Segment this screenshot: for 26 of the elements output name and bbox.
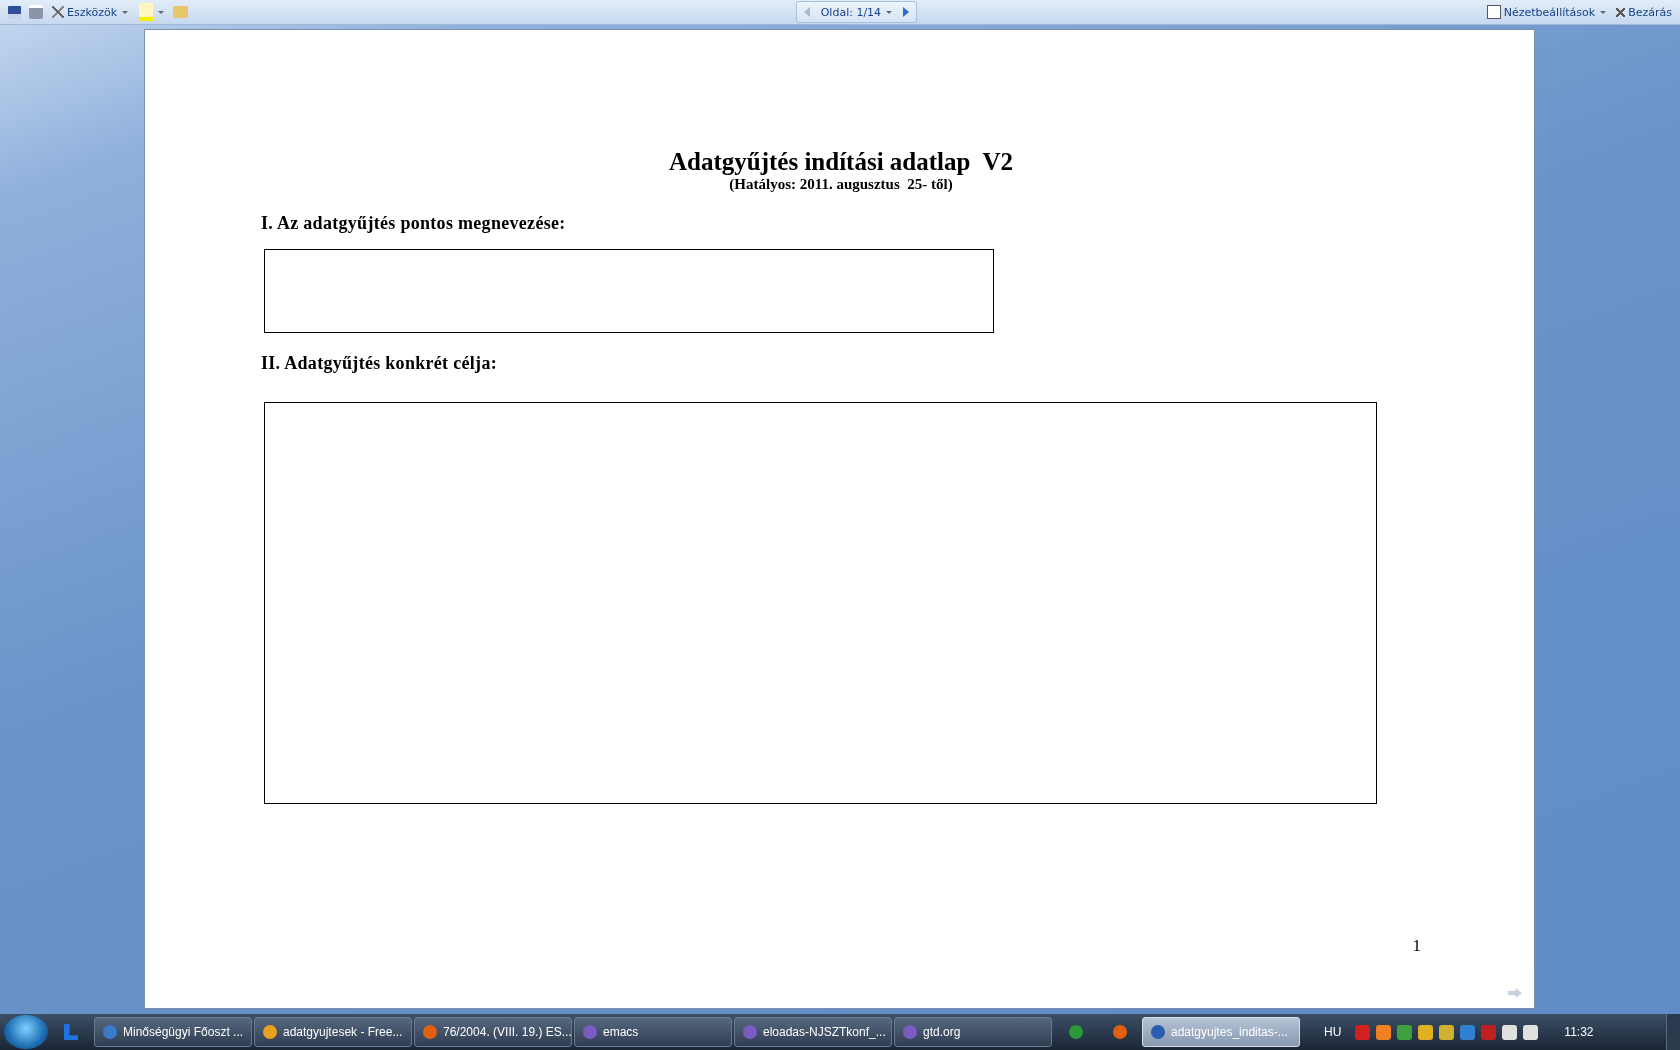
taskbar-button[interactable]: eloadas-NJSZTkonf_... <box>734 1017 892 1047</box>
show-desktop-button[interactable] <box>1666 1014 1680 1050</box>
document-subtitle: (Hatályos: 2011. augusztus 25- től) <box>728 176 954 193</box>
tray-icon[interactable] <box>1523 1024 1539 1040</box>
answer-box[interactable] <box>264 249 994 333</box>
tray-icon[interactable] <box>1376 1024 1392 1040</box>
taskbar-button[interactable]: 76/2004. (VIII. 19.) ES... <box>414 1017 572 1047</box>
start-button[interactable] <box>4 1015 48 1049</box>
tray-icon[interactable] <box>1502 1024 1518 1040</box>
tray-icon[interactable] <box>1418 1024 1434 1040</box>
close-button[interactable]: Bezárás <box>1612 2 1676 22</box>
page-number: 1 <box>1412 936 1421 956</box>
view-options-button[interactable]: Nézetbeállítások <box>1482 2 1611 22</box>
section-heading: I. Az adatgyűjtés pontos megnevezése: <box>261 213 567 234</box>
section-heading: II. Adatgyűjtés konkrét célja: <box>261 353 498 374</box>
print-icon[interactable] <box>26 2 46 22</box>
taskbar-button[interactable]: Minőségügyi Főoszt ... <box>94 1017 252 1047</box>
document-title: Adatgyűjtés indítási adatlap V2 <box>667 148 1014 176</box>
taskbar-button[interactable]: adatgyujtesek - Free... <box>254 1017 412 1047</box>
tools-menu[interactable]: Eszközök <box>48 2 133 22</box>
page-indicator[interactable]: Oldal: 1/14 <box>816 2 897 22</box>
clock[interactable]: 11:32 <box>1564 1025 1594 1039</box>
taskbar-button[interactable]: emacs <box>574 1017 732 1047</box>
language-indicator[interactable]: HU <box>1324 1025 1342 1039</box>
tray-icon[interactable] <box>1439 1024 1455 1040</box>
taskbar-button[interactable]: gtd.org <box>894 1017 1052 1047</box>
